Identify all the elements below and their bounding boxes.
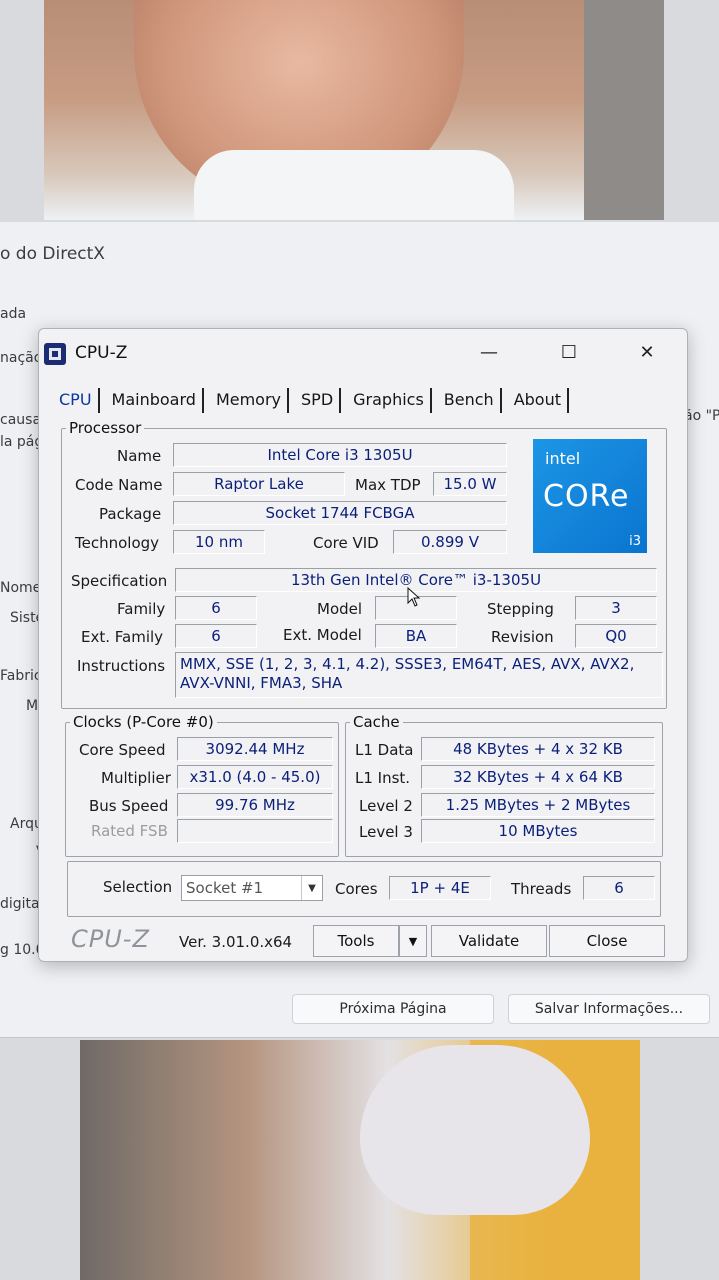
tab-memory[interactable]: Memory xyxy=(210,388,290,413)
package-value: Socket 1744 FCBGA xyxy=(173,501,507,525)
next-page-button[interactable]: Próxima Página xyxy=(292,994,494,1024)
stepping-label: Stepping xyxy=(487,600,554,618)
extfamily-label: Ext. Family xyxy=(81,628,164,646)
stepping-value: 3 xyxy=(575,596,657,620)
l1inst-value: 32 KBytes + 4 x 64 KB xyxy=(421,765,655,789)
tab-bench[interactable]: Bench xyxy=(438,388,502,413)
selection-label: Selection xyxy=(103,878,173,896)
chevron-down-icon[interactable]: ▼ xyxy=(301,876,322,900)
model-label: Model xyxy=(317,600,363,618)
photo-cat xyxy=(360,1045,590,1215)
cores-value: 1P + 4E xyxy=(389,876,491,900)
threads-value: 6 xyxy=(583,876,655,900)
family-label: Family xyxy=(117,600,166,618)
corespeed-value: 3092.44 MHz xyxy=(177,737,333,761)
intel-core-text: CORe xyxy=(543,479,630,514)
background-photo-bottom xyxy=(80,1040,640,1280)
cpuz-app-icon xyxy=(44,343,66,365)
l1data-value: 48 KBytes + 4 x 32 KB xyxy=(421,737,655,761)
codename-label: Code Name xyxy=(75,476,163,494)
maximize-button[interactable]: ☐ xyxy=(549,337,589,367)
close-window-button[interactable]: ✕ xyxy=(627,337,667,367)
maxtdp-value: 15.0 W xyxy=(433,472,507,496)
maxtdp-label: Max TDP xyxy=(355,476,421,494)
version-text: Ver. 3.01.0.x64 xyxy=(179,933,293,951)
cpuz-logo: CPU-Z xyxy=(71,925,150,953)
side-text: ada xyxy=(0,306,27,322)
side-text: causa xyxy=(0,412,42,428)
socket-select[interactable]: Socket #1 ▼ xyxy=(181,875,323,901)
extfamily-value: 6 xyxy=(175,624,257,648)
title-bar[interactable]: CPU-Z — ☐ ✕ xyxy=(39,329,687,375)
level2-value: 1.25 MBytes + 2 MBytes xyxy=(421,793,655,817)
technology-label: Technology xyxy=(75,534,160,552)
multiplier-value: x31.0 (4.0 - 45.0) xyxy=(177,765,333,789)
tab-spd[interactable]: SPD xyxy=(295,388,342,413)
family-value: 6 xyxy=(175,596,257,620)
photo-edge xyxy=(584,0,664,220)
side-text: Nome xyxy=(0,580,42,596)
mouse-cursor-icon xyxy=(407,587,421,607)
close-button[interactable]: Close xyxy=(549,925,665,957)
save-info-button[interactable]: Salvar Informações... xyxy=(508,994,710,1024)
directx-title: o do DirectX xyxy=(0,244,105,264)
cores-label: Cores xyxy=(335,880,378,898)
photo-collar xyxy=(194,150,514,220)
processor-group-label: Processor xyxy=(69,419,142,437)
tab-about[interactable]: About xyxy=(508,388,570,413)
side-text: la pág xyxy=(0,434,44,450)
l1data-label: L1 Data xyxy=(355,741,414,759)
tab-cpu[interactable]: CPU xyxy=(53,388,100,413)
revision-value: Q0 xyxy=(575,624,657,648)
ratedfsb-value xyxy=(177,819,333,843)
side-text: nação xyxy=(0,350,43,366)
multiplier-label: Multiplier xyxy=(101,769,171,787)
corevid-value: 0.899 V xyxy=(393,530,507,554)
l1inst-label: L1 Inst. xyxy=(355,769,411,787)
ratedfsb-label: Rated FSB xyxy=(91,822,168,840)
tab-graphics[interactable]: Graphics xyxy=(347,388,432,413)
tab-bar: CPU Mainboard Memory SPD Graphics Bench … xyxy=(53,381,575,413)
side-text: ão "P xyxy=(684,408,719,424)
name-value: Intel Core i3 1305U xyxy=(173,443,507,467)
cpuz-window: CPU-Z — ☐ ✕ CPU Mainboard Memory SPD Gra… xyxy=(38,328,688,962)
busspeed-label: Bus Speed xyxy=(89,797,169,815)
level3-value: 10 MBytes xyxy=(421,819,655,843)
cache-group-label: Cache xyxy=(353,713,400,731)
corespeed-label: Core Speed xyxy=(79,741,166,759)
minimize-button[interactable]: — xyxy=(469,337,509,367)
specification-label: Specification xyxy=(71,572,168,590)
intel-brand-text: intel xyxy=(545,449,581,468)
busspeed-value: 99.76 MHz xyxy=(177,793,333,817)
threads-label: Threads xyxy=(511,880,572,898)
tab-mainboard[interactable]: Mainboard xyxy=(106,388,204,413)
side-text: Fabric xyxy=(0,668,42,684)
codename-value: Raptor Lake xyxy=(173,472,345,496)
socket-select-value: Socket #1 xyxy=(186,879,264,897)
tools-button[interactable]: Tools xyxy=(313,925,399,957)
name-label: Name xyxy=(117,447,162,465)
validate-button[interactable]: Validate xyxy=(431,925,547,957)
level2-label: Level 2 xyxy=(359,797,413,815)
background-photo-top xyxy=(44,0,664,220)
revision-label: Revision xyxy=(491,628,554,646)
extmodel-value: BA xyxy=(375,624,457,648)
extmodel-label: Ext. Model xyxy=(283,626,362,644)
window-title: CPU-Z xyxy=(75,343,128,363)
technology-value: 10 nm xyxy=(173,530,265,554)
intel-core-i3-logo: intel CORe i3 xyxy=(533,439,647,553)
instructions-value: MMX, SSE (1, 2, 3, 4.1, 4.2), SSSE3, EM6… xyxy=(175,652,663,698)
level3-label: Level 3 xyxy=(359,823,413,841)
corevid-label: Core VID xyxy=(313,534,379,552)
intel-gen-text: i3 xyxy=(629,534,641,549)
tools-dropdown-chevron-icon[interactable]: ▼ xyxy=(399,925,427,957)
clocks-group-label: Clocks (P-Core #0) xyxy=(73,713,214,731)
instructions-label: Instructions xyxy=(77,657,166,675)
package-label: Package xyxy=(99,505,162,523)
